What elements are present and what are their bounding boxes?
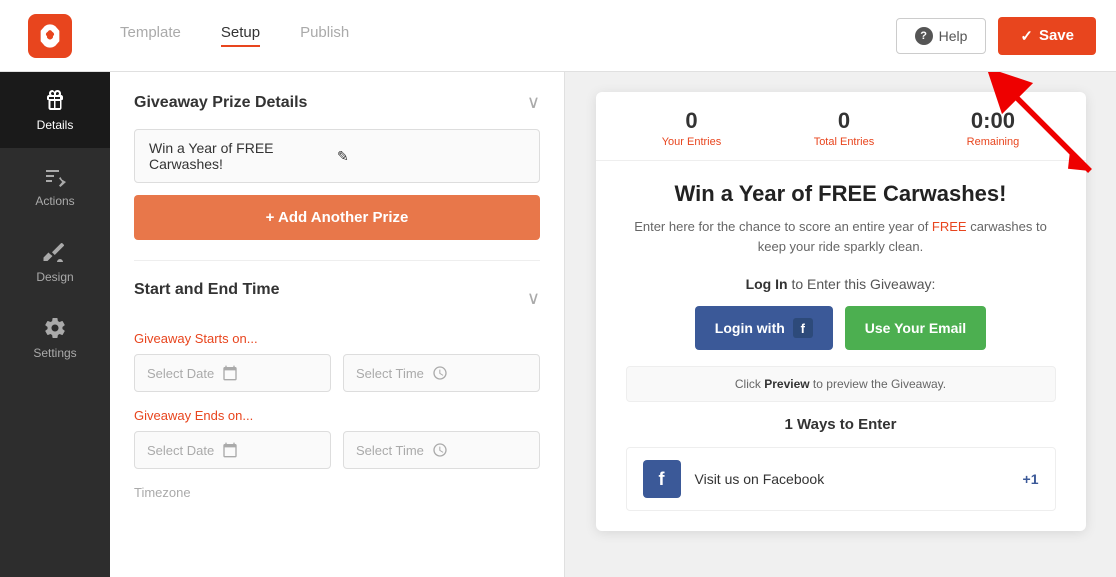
preview-description: Enter here for the chance to score an en… [626, 217, 1056, 256]
facebook-square-icon: f [643, 460, 681, 498]
ways-to-enter-label: 1 Ways to Enter [626, 416, 1056, 433]
clock-icon-2 [432, 442, 448, 458]
help-icon: ? [915, 27, 933, 45]
remaining-value: 0:00 [967, 108, 1020, 134]
end-date-time-row: Select Date Select Time [134, 431, 540, 469]
help-button[interactable]: ? Help [896, 18, 987, 54]
tab-template[interactable]: Template [120, 24, 181, 47]
login-prompt: Log In to Enter this Giveaway: [626, 276, 1056, 292]
stat-remaining: 0:00 Remaining [967, 108, 1020, 148]
preview-hint: Click Preview to preview the Giveaway. [626, 366, 1056, 402]
your-entries-value: 0 [662, 108, 722, 134]
left-panel: Giveaway Prize Details ∨ Win a Year of F… [110, 72, 565, 577]
end-date-input[interactable]: Select Date [134, 431, 331, 469]
clock-icon [432, 365, 448, 381]
nav-actions: ? Help ✓ Save [896, 17, 1096, 55]
email-login-button[interactable]: Use Your Email [845, 306, 986, 350]
actions-icon [43, 164, 67, 188]
preview-body: Win a Year of FREE Carwashes! Enter here… [596, 161, 1086, 531]
help-label: Help [939, 28, 968, 44]
fb-plus-points: +1 [1023, 471, 1039, 487]
prize-value: Win a Year of FREE Carwashes! [149, 140, 337, 172]
start-time-placeholder: Select Time [356, 366, 424, 381]
calendar-icon-2 [222, 442, 238, 458]
end-date-placeholder: Select Date [147, 443, 214, 458]
start-date-placeholder: Select Date [147, 366, 214, 381]
sidebar-design-label: Design [36, 270, 73, 284]
tab-setup[interactable]: Setup [221, 24, 260, 47]
end-time-input[interactable]: Select Time [343, 431, 540, 469]
log-in-text: Log In [746, 276, 788, 292]
save-button[interactable]: ✓ Save [998, 17, 1096, 55]
date-section-header: Start and End Time ∨ [134, 281, 540, 315]
logo [20, 14, 80, 58]
logo-icon [36, 22, 64, 50]
sidebar-item-details[interactable]: Details [0, 72, 110, 148]
facebook-login-button[interactable]: Login with f [695, 306, 833, 350]
sidebar-actions-label: Actions [35, 194, 74, 208]
visit-facebook-label: Visit us on Facebook [695, 471, 1009, 487]
start-date-time-row: Select Date Select Time [134, 354, 540, 392]
remaining-label: Remaining [967, 136, 1020, 148]
prize-edit-icon[interactable]: ✎ [337, 148, 525, 165]
date-section-title: Start and End Time [134, 281, 280, 299]
use-email-label: Use Your Email [865, 320, 966, 336]
end-label: Giveaway Ends on... [134, 408, 540, 423]
timezone-label: Timezone [134, 485, 540, 500]
start-date-input[interactable]: Select Date [134, 354, 331, 392]
date-chevron-icon[interactable]: ∨ [527, 288, 540, 309]
top-nav: Template Setup Publish ? Help ✓ Save [0, 0, 1116, 72]
end-time-placeholder: Select Time [356, 443, 424, 458]
prize-section-title: Giveaway Prize Details [134, 94, 307, 112]
start-time-input[interactable]: Select Time [343, 354, 540, 392]
total-entries-label: Total Entries [814, 136, 875, 148]
preview-card: 0 Your Entries 0 Total Entries 0:00 Rema… [596, 92, 1086, 531]
sidebar-settings-label: Settings [33, 346, 76, 360]
stats-row: 0 Your Entries 0 Total Entries 0:00 Rema… [596, 92, 1086, 161]
section-divider [134, 260, 540, 261]
prize-input-row: Win a Year of FREE Carwashes! ✎ [134, 129, 540, 183]
total-entries-value: 0 [814, 108, 875, 134]
login-button-row: Login with f Use Your Email [626, 306, 1056, 350]
login-with-label: Login with [715, 320, 785, 336]
add-prize-button[interactable]: + Add Another Prize [134, 195, 540, 240]
stat-total-entries: 0 Total Entries [814, 108, 875, 148]
sidebar-item-design[interactable]: Design [0, 224, 110, 300]
save-check-icon: ✓ [1020, 27, 1033, 45]
prize-section-header: Giveaway Prize Details ∨ [134, 92, 540, 113]
gift-icon [43, 88, 67, 112]
sidebar-item-actions[interactable]: Actions [0, 148, 110, 224]
preview-bold: Preview [764, 377, 809, 391]
nav-tabs: Template Setup Publish [120, 24, 896, 47]
design-icon [43, 240, 67, 264]
sidebar: Details Actions Design Settings [0, 72, 110, 577]
main-layout: Details Actions Design Settings Gi [0, 72, 1116, 577]
start-label: Giveaway Starts on... [134, 331, 540, 346]
facebook-icon: f [793, 318, 813, 338]
settings-icon [43, 316, 67, 340]
tab-publish[interactable]: Publish [300, 24, 349, 47]
logo-hex [28, 14, 72, 58]
stat-your-entries: 0 Your Entries [662, 108, 722, 148]
right-panel: 0 Your Entries 0 Total Entries 0:00 Rema… [565, 72, 1116, 577]
your-entries-label: Your Entries [662, 136, 722, 148]
facebook-visit-row[interactable]: f Visit us on Facebook +1 [626, 447, 1056, 511]
highlight-free: FREE [932, 219, 967, 234]
calendar-icon [222, 365, 238, 381]
content-area: Giveaway Prize Details ∨ Win a Year of F… [110, 72, 1116, 577]
prize-chevron-icon[interactable]: ∨ [527, 92, 540, 113]
sidebar-item-settings[interactable]: Settings [0, 300, 110, 376]
save-label: Save [1039, 27, 1074, 44]
sidebar-details-label: Details [37, 118, 74, 132]
preview-title: Win a Year of FREE Carwashes! [626, 181, 1056, 207]
add-prize-label: + Add Another Prize [266, 209, 409, 226]
